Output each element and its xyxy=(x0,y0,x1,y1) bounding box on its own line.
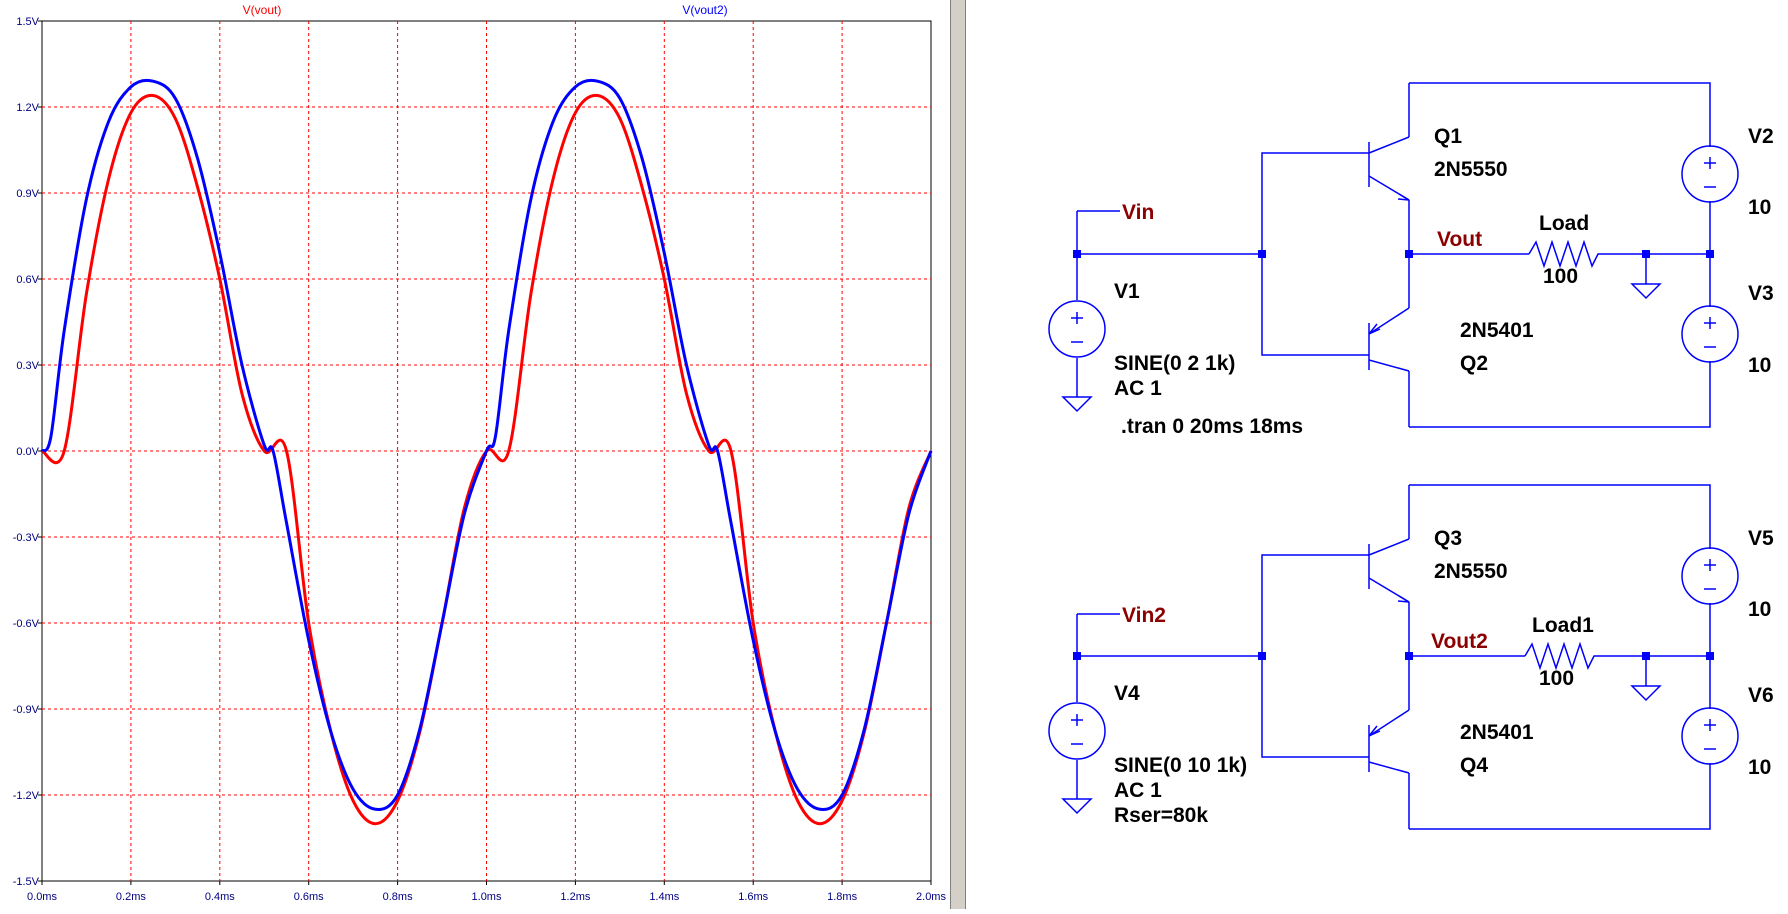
y-tick-label: 0.9V xyxy=(16,188,39,200)
resistor-load-symbol[interactable] xyxy=(1528,239,1604,269)
legend-trace-vout2[interactable]: V(vout2) xyxy=(682,3,727,17)
spice-directive-tran[interactable]: .tran 0 20ms 18ms xyxy=(1121,415,1303,438)
ground-icon xyxy=(1061,798,1093,815)
source-v5-symbol[interactable] xyxy=(1681,547,1739,605)
schematic-canvas[interactable]: Vin Vout Q1 2N5550 2N5401 Q2 Load 100 V1… xyxy=(966,0,1788,909)
label-v1[interactable]: V1 xyxy=(1114,280,1140,303)
x-tick-label: 1.4ms xyxy=(649,891,679,903)
y-tick-label: 0.6V xyxy=(16,274,39,286)
pane-splitter[interactable] xyxy=(950,0,966,909)
ltspice-window: 0.0ms 0.2ms 0.4ms 0.6ms 0.8ms 1.0ms 1.2ms 1.4ms… xyxy=(0,0,1788,909)
x-tick-label: 1.0ms xyxy=(472,891,502,903)
label-load-value[interactable]: 100 xyxy=(1543,265,1578,288)
x-tick-label: 1.2ms xyxy=(560,891,590,903)
label-q2[interactable]: Q2 xyxy=(1460,352,1488,375)
label-q1[interactable]: Q1 xyxy=(1434,125,1462,148)
label-v4-ac[interactable]: AC 1 xyxy=(1114,779,1162,802)
label-load[interactable]: Load xyxy=(1539,212,1589,235)
label-v3-value[interactable]: 10 xyxy=(1748,354,1771,377)
transistor-q2-symbol[interactable] xyxy=(1354,307,1410,372)
y-tick-label: -0.6V xyxy=(13,618,40,630)
waveform-pane[interactable]: 0.0ms 0.2ms 0.4ms 0.6ms 0.8ms 1.0ms 1.2ms 1.4ms… xyxy=(0,0,950,909)
x-tick-label: 0.6ms xyxy=(294,891,324,903)
label-v5[interactable]: V5 xyxy=(1748,527,1774,550)
y-tick-label: -1.2V xyxy=(13,790,40,802)
net-label-vin2[interactable]: Vin2 xyxy=(1122,604,1166,627)
y-tick-label: 0.3V xyxy=(16,360,39,372)
label-v4-rser[interactable]: Rser=80k xyxy=(1114,804,1208,827)
x-tick-label: 2.0ms xyxy=(916,891,946,903)
y-axis-ticks: 1.5V 1.2V 0.9V 0.6V 0.3V 0.0V -0.3V -0.6V -0.9V -… xyxy=(13,16,40,888)
y-tick-label: -0.9V xyxy=(13,704,40,716)
x-tick-label: 1.8ms xyxy=(827,891,857,903)
label-load1-value[interactable]: 100 xyxy=(1539,667,1574,690)
x-tick-label: 0.8ms xyxy=(383,891,413,903)
net-label-vin[interactable]: Vin xyxy=(1122,201,1154,224)
junction-dots xyxy=(1073,250,1714,660)
label-q4-model[interactable]: 2N5401 xyxy=(1460,721,1534,744)
waveform-plot[interactable]: 0.0ms 0.2ms 0.4ms 0.6ms 0.8ms 1.0ms 1.2ms 1.4ms… xyxy=(0,0,950,909)
ground-icon xyxy=(1630,283,1662,300)
label-v2[interactable]: V2 xyxy=(1748,125,1774,148)
resistor-load1-symbol[interactable] xyxy=(1524,641,1600,671)
transistor-q4-symbol[interactable] xyxy=(1354,709,1410,774)
source-v2-symbol[interactable] xyxy=(1681,145,1739,203)
label-v6-value[interactable]: 10 xyxy=(1748,756,1771,779)
y-tick-label: 0.0V xyxy=(16,446,39,458)
y-tick-label: -1.5V xyxy=(13,876,40,888)
source-v3-symbol[interactable] xyxy=(1681,305,1739,363)
label-v3[interactable]: V3 xyxy=(1748,282,1774,305)
label-v4[interactable]: V4 xyxy=(1114,682,1140,705)
net-label-vout2[interactable]: Vout2 xyxy=(1431,630,1488,653)
label-v5-value[interactable]: 10 xyxy=(1748,598,1771,621)
label-v6[interactable]: V6 xyxy=(1748,684,1774,707)
label-q4[interactable]: Q4 xyxy=(1460,754,1488,777)
x-tick-label: 0.2ms xyxy=(116,891,146,903)
transistor-q3-symbol[interactable] xyxy=(1354,538,1410,603)
y-tick-label: 1.2V xyxy=(16,102,39,114)
circuit-1-wires xyxy=(1076,82,1711,428)
x-tick-label: 1.6ms xyxy=(738,891,768,903)
y-tick-label: 1.5V xyxy=(16,16,39,28)
source-v6-symbol[interactable] xyxy=(1681,707,1739,765)
legend-trace-vout[interactable]: V(vout) xyxy=(243,3,282,17)
label-v1-func[interactable]: SINE(0 2 1k) xyxy=(1114,352,1235,375)
source-v4-symbol[interactable] xyxy=(1048,702,1106,760)
source-v1-symbol[interactable] xyxy=(1048,300,1106,358)
ground-icon xyxy=(1630,685,1662,702)
label-v1-ac[interactable]: AC 1 xyxy=(1114,377,1162,400)
x-tick-label: 0.4ms xyxy=(205,891,235,903)
label-q2-model[interactable]: 2N5401 xyxy=(1460,319,1534,342)
net-label-vout[interactable]: Vout xyxy=(1437,228,1482,251)
y-tick-label: -0.3V xyxy=(13,532,40,544)
circuit-2-wires xyxy=(1076,484,1711,830)
x-tick-label: 0.0ms xyxy=(27,891,57,903)
label-load1[interactable]: Load1 xyxy=(1532,614,1594,637)
label-q3[interactable]: Q3 xyxy=(1434,527,1462,550)
ground-icon xyxy=(1061,396,1093,413)
schematic-pane[interactable]: Vin Vout Q1 2N5550 2N5401 Q2 Load 100 V1… xyxy=(966,0,1788,909)
x-axis-ticks: 0.0ms 0.2ms 0.4ms 0.6ms 0.8ms 1.0ms 1.2ms 1.4ms… xyxy=(27,891,946,903)
transistor-q1-symbol[interactable] xyxy=(1354,136,1410,201)
label-v2-value[interactable]: 10 xyxy=(1748,196,1771,219)
label-v4-func[interactable]: SINE(0 10 1k) xyxy=(1114,754,1247,777)
label-q3-model[interactable]: 2N5550 xyxy=(1434,560,1508,583)
label-q1-model[interactable]: 2N5550 xyxy=(1434,158,1508,181)
